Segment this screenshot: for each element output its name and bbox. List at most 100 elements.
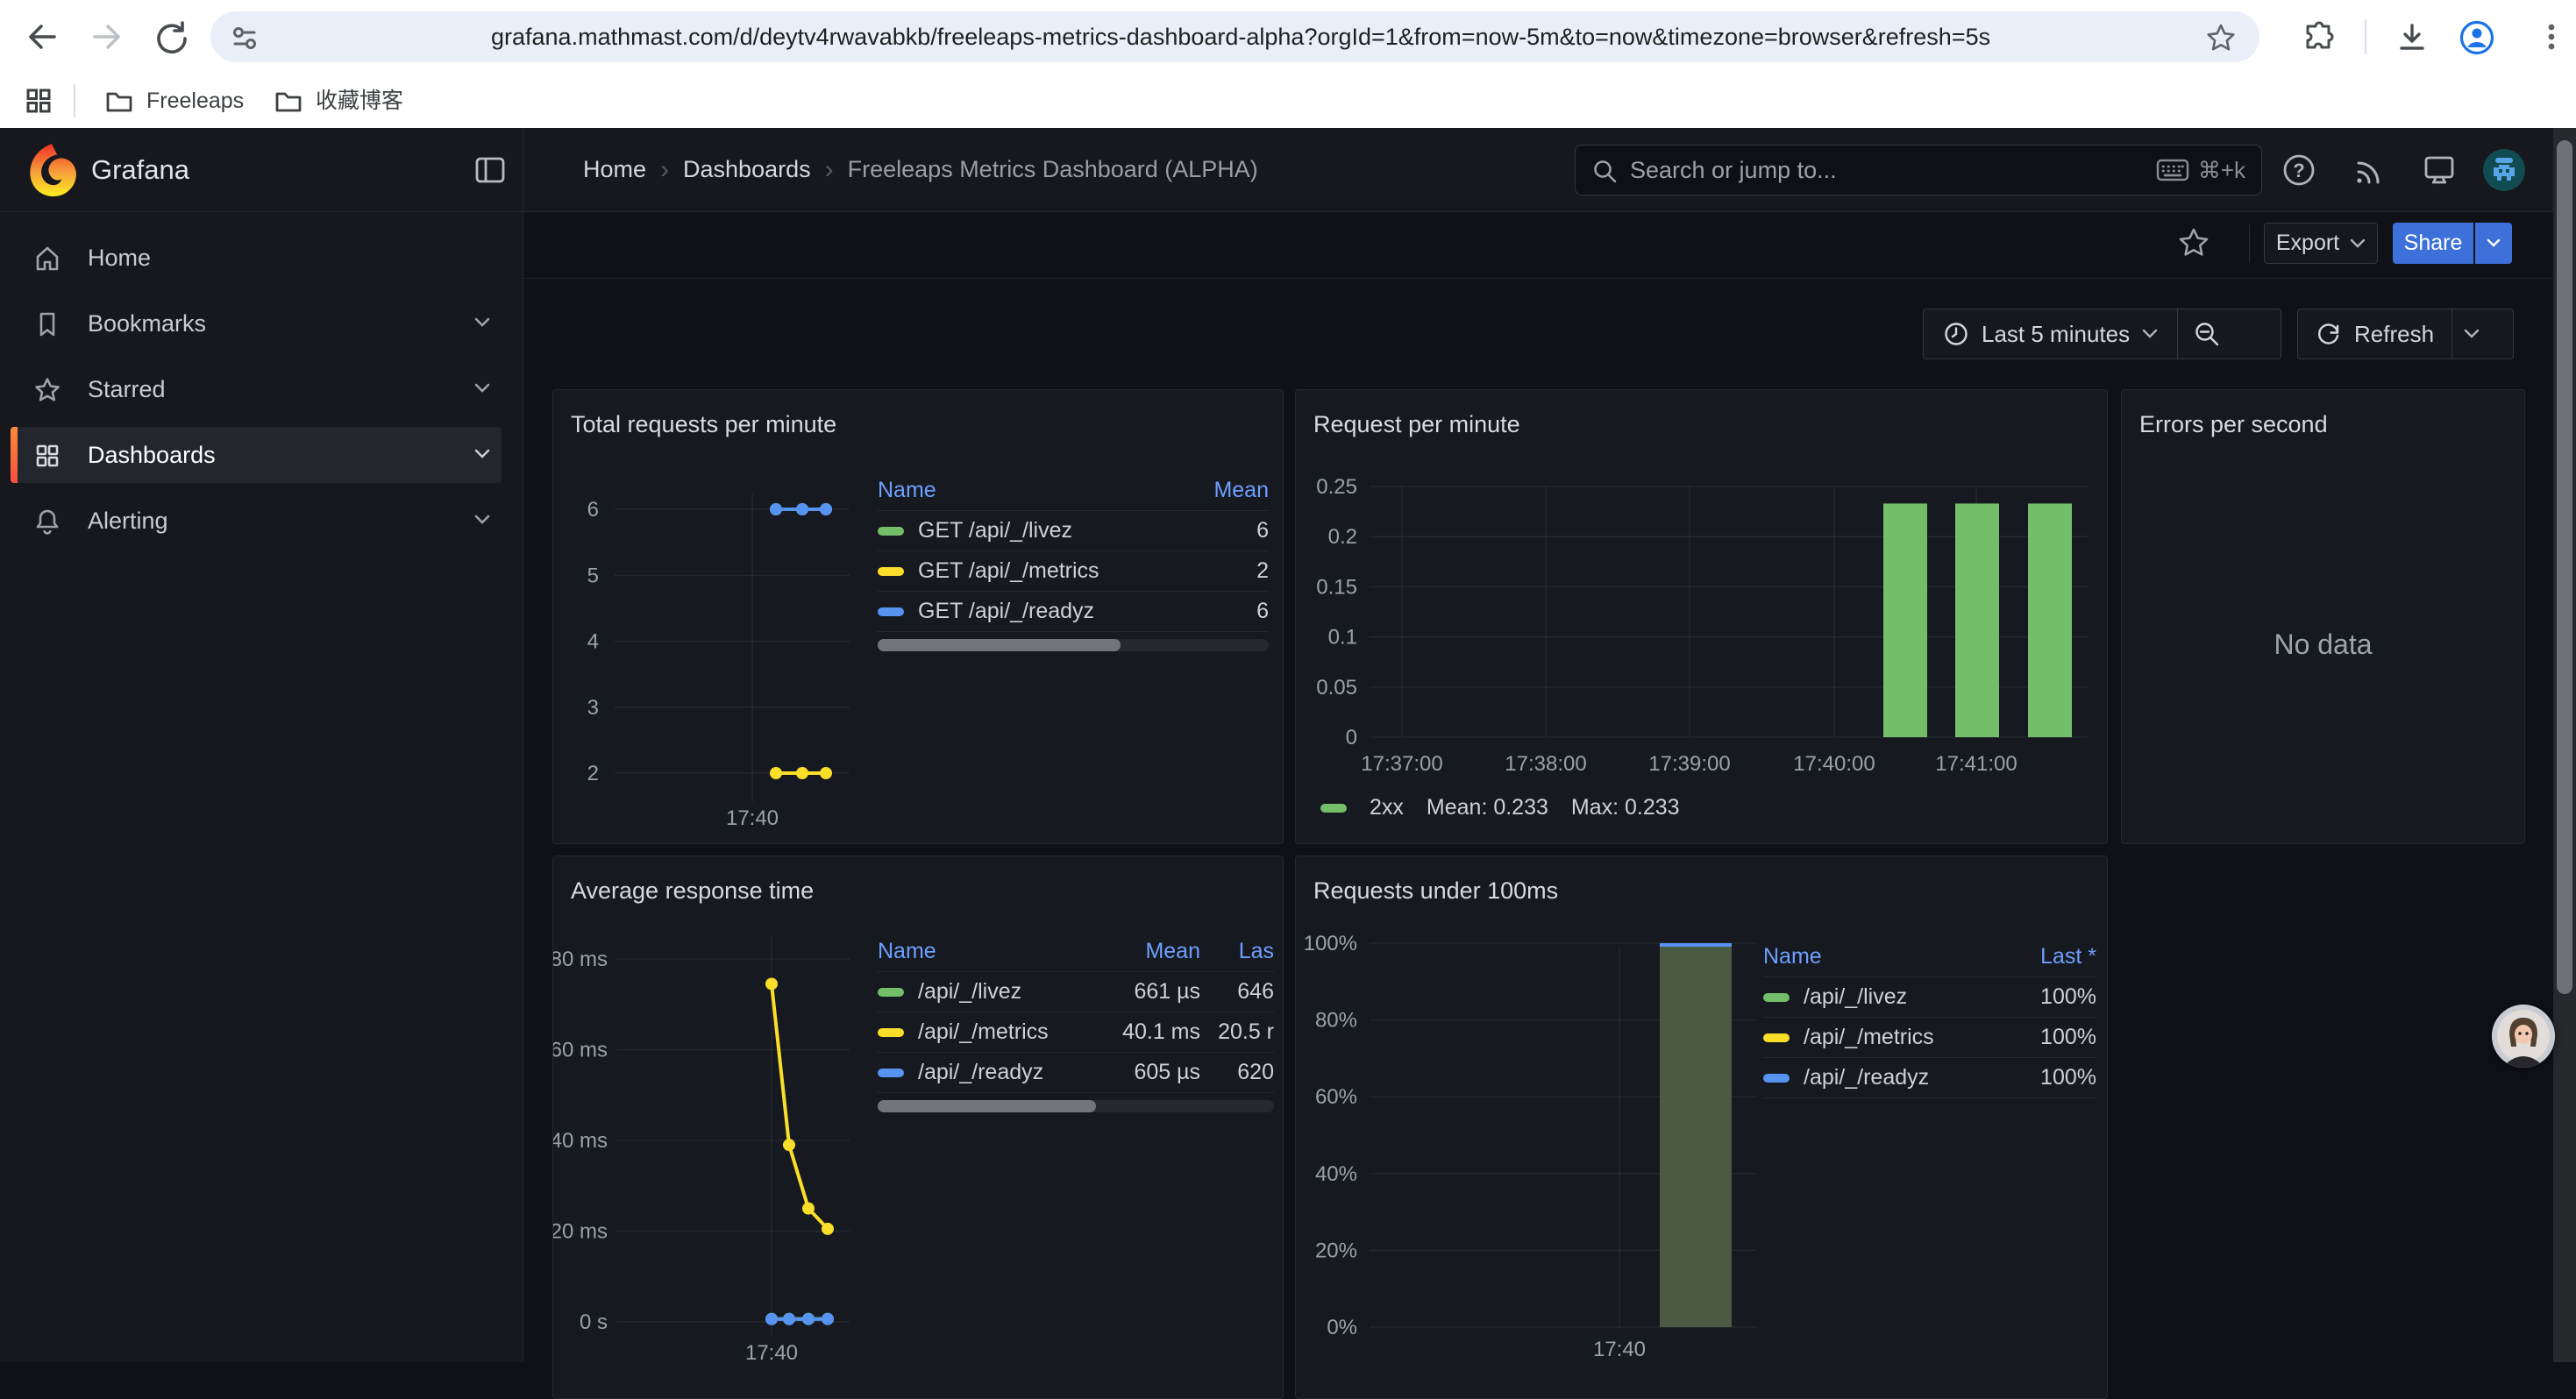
no-data-message: No data	[2122, 628, 2524, 661]
favorite-star-icon[interactable]	[2177, 226, 2210, 259]
panel-title[interactable]: Errors per second	[2139, 411, 2328, 438]
panel-average-response-time[interactable]: Average response time 80 ms60 ms40 ms20 …	[552, 856, 1284, 1399]
panel-title[interactable]: Average response time	[571, 877, 814, 905]
legend-row[interactable]: /api/_/livez661 µs646	[878, 972, 1274, 1012]
series-swatch	[1763, 1074, 1790, 1083]
bookmark-folder-blogs[interactable]: 收藏博客	[274, 74, 403, 128]
back-icon[interactable]	[23, 18, 61, 56]
page-scrollbar-thumb[interactable]	[2557, 140, 2572, 994]
refresh-interval-dropdown[interactable]	[2452, 309, 2491, 359]
chevron-down-icon[interactable]	[473, 448, 491, 460]
svg-text:0.1: 0.1	[1328, 626, 1357, 650]
legend-value: 20.5 r	[1200, 1019, 1274, 1045]
browser-menu-icon[interactable]	[2534, 19, 2569, 54]
legend-header[interactable]: Name Mean Las	[878, 932, 1274, 972]
forward-icon[interactable]	[88, 18, 126, 56]
export-button[interactable]: Export	[2264, 223, 2378, 264]
site-settings-icon[interactable]	[230, 23, 260, 53]
toolbar-divider	[2365, 19, 2366, 54]
panel-title[interactable]: Request per minute	[1313, 411, 1520, 438]
bookmark-folder-freeleaps[interactable]: Freeleaps	[105, 74, 244, 128]
bookmark-star-icon[interactable]	[2205, 22, 2237, 53]
svg-text:0: 0	[1346, 726, 1357, 749]
svg-text:17:41:00: 17:41:00	[1935, 752, 2017, 776]
legend-row[interactable]: GET /api/_/livez6	[878, 511, 1269, 551]
sidebar-item-label: Dashboards	[88, 427, 216, 483]
extensions-icon[interactable]	[2302, 21, 2336, 54]
search-box[interactable]: ⌘+k	[1575, 145, 2262, 195]
url-text[interactable]: grafana.mathmast.com/d/deytv4rwavabkb/fr…	[491, 11, 1990, 62]
svg-text:40 ms: 40 ms	[553, 1129, 608, 1153]
legend-row[interactable]: /api/_/metrics40.1 ms20.5 r	[878, 1012, 1274, 1053]
legend-scrollbar[interactable]	[878, 1100, 1274, 1112]
panel-total-requests-per-minute[interactable]: Total requests per minute 6543217:40 Nam…	[552, 389, 1284, 844]
refresh-group: Refresh	[2297, 309, 2514, 359]
reload-icon[interactable]	[151, 18, 189, 56]
user-avatar[interactable]	[2482, 148, 2526, 192]
bar-chart: 100%80%60%40%20%0%17:40	[1296, 856, 2109, 1382]
series-swatch	[878, 607, 904, 616]
bookmark-folder-label: 收藏博客	[316, 74, 403, 128]
bookmarks-bar: Freeleaps 收藏博客	[0, 74, 2576, 128]
search-input[interactable]	[1630, 146, 1963, 195]
legend-row[interactable]: GET /api/_/readyz6	[878, 592, 1269, 632]
legend-series-name: 2xx	[1370, 795, 1404, 820]
breadcrumb-home[interactable]: Home	[583, 156, 646, 183]
dock-menu-icon[interactable]	[473, 153, 508, 188]
legend-inline[interactable]: 2xx Mean: 0.233 Max: 0.233	[1320, 795, 1680, 820]
panel-requests-under-100ms[interactable]: Requests under 100ms 100%80%60%40%20%0%1…	[1295, 856, 2108, 1399]
floating-assistant-avatar[interactable]	[2492, 1005, 2555, 1068]
sidebar-item-starred[interactable]: Starred	[11, 361, 502, 417]
legend-row[interactable]: /api/_/metrics100%	[1763, 1018, 2096, 1058]
share-button[interactable]: Share	[2393, 223, 2473, 264]
help-icon[interactable]: ?	[2280, 151, 2318, 189]
sidebar-item-label: Bookmarks	[88, 295, 206, 352]
legend-row[interactable]: /api/_/livez100%	[1763, 977, 2096, 1018]
legend-value: 6	[1172, 518, 1269, 543]
legend-table: Name Mean Las /api/_/livez661 µs646/api/…	[878, 932, 1274, 1112]
sidebar-item-home[interactable]: Home	[11, 230, 502, 286]
legend-row[interactable]: /api/_/readyz100%	[1763, 1058, 2096, 1098]
zoom-out-button[interactable]	[2178, 309, 2236, 359]
legend-series-name: /api/_/livez	[918, 979, 1021, 1005]
grafana-logo-icon[interactable]	[23, 141, 81, 199]
bell-icon	[33, 508, 61, 536]
bookmark-folder-label: Freeleaps	[146, 74, 244, 128]
legend-header[interactable]: Name Last *	[1763, 937, 2096, 977]
breadcrumb-dashboards[interactable]: Dashboards	[683, 156, 811, 183]
legend-series-name: /api/_/readyz	[1804, 1065, 1929, 1090]
share-dropdown-button[interactable]	[2475, 223, 2512, 264]
legend-value: 6	[1172, 599, 1269, 624]
legend-row[interactable]: GET /api/_/metrics2	[878, 551, 1269, 592]
time-range-picker[interactable]: Last 5 minutes	[1924, 309, 2177, 359]
profile-icon[interactable]	[2459, 19, 2495, 56]
keyboard-icon	[2156, 158, 2189, 182]
refresh-icon	[2316, 321, 2342, 347]
time-range-group: Last 5 minutes	[1923, 309, 2281, 359]
sidebar-item-alerting[interactable]: Alerting	[11, 493, 502, 549]
panel-title[interactable]: Total requests per minute	[571, 411, 836, 438]
chevron-down-icon[interactable]	[473, 514, 491, 526]
svg-text:60%: 60%	[1315, 1085, 1357, 1109]
legend-value: 646	[1200, 979, 1274, 1005]
sidebar-item-dashboards[interactable]: Dashboards	[11, 427, 502, 483]
apps-grid-icon[interactable]	[25, 87, 53, 115]
legend-scrollbar[interactable]	[878, 639, 1269, 651]
panel-request-per-minute[interactable]: Request per minute 0.250.20.150.10.05017…	[1295, 389, 2108, 844]
series-swatch	[1763, 993, 1790, 1002]
sidebar-item-bookmarks[interactable]: Bookmarks	[11, 295, 502, 352]
url-bar[interactable]: grafana.mathmast.com/d/deytv4rwavabkb/fr…	[210, 11, 2259, 62]
kiosk-monitor-icon[interactable]	[2420, 151, 2459, 189]
chevron-down-icon[interactable]	[473, 316, 491, 329]
downloads-icon[interactable]	[2395, 21, 2429, 54]
panel-errors-per-second[interactable]: Errors per second No data	[2121, 389, 2525, 844]
refresh-button[interactable]: Refresh	[2298, 309, 2451, 359]
svg-text:6: 6	[587, 498, 599, 522]
panel-title[interactable]: Requests under 100ms	[1313, 877, 1558, 905]
chevron-down-icon[interactable]	[473, 382, 491, 394]
legend-row[interactable]: /api/_/readyz605 µs620	[878, 1053, 1274, 1093]
legend-mean: Mean: 0.233	[1427, 795, 1548, 820]
svg-text:60 ms: 60 ms	[553, 1039, 608, 1062]
legend-header[interactable]: Name Mean	[878, 471, 1269, 511]
news-rss-icon[interactable]	[2350, 151, 2388, 189]
